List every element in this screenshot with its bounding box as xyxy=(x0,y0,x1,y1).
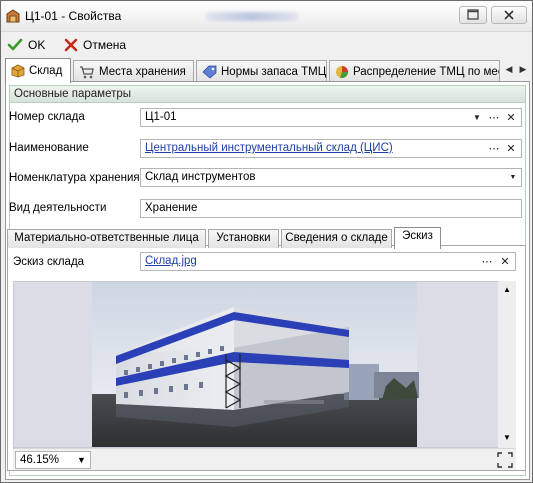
activity-field[interactable]: Хранение xyxy=(140,199,522,218)
fit-to-window-icon[interactable] xyxy=(497,452,513,468)
tab-warehouse-label: Склад xyxy=(29,65,63,77)
ok-button[interactable]: OK xyxy=(7,35,45,54)
nomenclature-select[interactable]: Склад инструментов ▼ xyxy=(140,168,522,187)
tab-sketch[interactable]: Эскиз xyxy=(394,227,441,249)
maximize-button[interactable] xyxy=(459,6,487,24)
dropdown-arrow-icon[interactable]: ▼ xyxy=(507,171,519,185)
tab-distribution-label: Распределение ТМЦ по мест xyxy=(353,65,500,78)
clear-icon[interactable]: ✕ xyxy=(505,111,517,125)
properties-window: Ц1-01 - Свойства OK Отмена Склад Места х… xyxy=(0,0,533,483)
title-bar: Ц1-01 - Свойства xyxy=(1,1,532,32)
clear-icon[interactable]: ✕ xyxy=(505,142,517,156)
box-icon xyxy=(11,64,25,78)
nomenclature-value: Склад инструментов xyxy=(145,171,256,183)
activity-value: Хранение xyxy=(145,202,198,214)
tab-distribution[interactable]: Распределение ТМЦ по мест xyxy=(329,60,500,82)
tabs-scroll-left-icon[interactable]: ◀ xyxy=(504,64,514,74)
activity-label: Вид деятельности xyxy=(9,202,107,214)
cart-icon xyxy=(80,65,94,78)
group-header: Основные параметры xyxy=(10,86,525,103)
tab-warehouse-info[interactable]: Сведения о складе xyxy=(281,229,392,248)
sketch-file-field[interactable]: Склад.jpg ⋯ ✕ xyxy=(140,252,516,271)
tab-storage-places-label: Места хранения xyxy=(99,65,186,78)
tag-icon xyxy=(202,65,217,79)
maximize-icon xyxy=(467,9,479,20)
main-tabs: Склад Места хранения Нормы запаса ТМЦ Ра… xyxy=(5,58,530,83)
sketch-file-link[interactable]: Склад.jpg xyxy=(145,255,197,267)
ellipsis-icon[interactable]: ⋯ xyxy=(481,255,493,269)
tabs-scroll-right-icon[interactable]: ▶ xyxy=(518,64,528,74)
ok-label: OK xyxy=(28,37,46,52)
tab-storage-places[interactable]: Места хранения xyxy=(73,60,194,82)
warehouse-app-icon xyxy=(6,9,20,23)
ellipsis-icon[interactable]: ⋯ xyxy=(488,142,500,156)
cross-icon xyxy=(64,38,78,51)
sub-tabs: Материально-ответственные лица Установки… xyxy=(5,227,530,249)
warehouse-photo xyxy=(14,282,515,447)
cancel-label: Отмена xyxy=(83,37,127,52)
checkmark-icon xyxy=(7,38,23,50)
tab-stock-norms-label: Нормы запаса ТМЦ xyxy=(221,65,327,78)
image-bottom-bar: 46.15% ▼ xyxy=(13,448,516,470)
tab-settings[interactable]: Установки xyxy=(208,229,279,248)
sketch-label: Эскиз склада xyxy=(13,256,85,268)
sketch-image-viewer[interactable] xyxy=(13,281,516,448)
pie-chart-icon xyxy=(336,65,349,78)
close-icon xyxy=(504,10,514,20)
zoom-select[interactable]: 46.15% ▼ xyxy=(15,451,91,469)
window-title: Ц1-01 - Свойства xyxy=(25,9,122,23)
scroll-up-icon[interactable]: ▲ xyxy=(503,285,511,294)
name-field[interactable]: Центральный инструментальный склад (ЦИС)… xyxy=(140,139,522,158)
tab-stock-norms[interactable]: Нормы запаса ТМЦ xyxy=(196,60,327,82)
clear-icon[interactable]: ✕ xyxy=(499,255,511,269)
nomenclature-label: Номенклатура хранения xyxy=(9,172,140,184)
close-window-button[interactable] xyxy=(491,6,527,24)
name-value[interactable]: Центральный инструментальный склад (ЦИС) xyxy=(145,142,393,154)
number-value: Ц1-01 xyxy=(145,111,177,123)
dropdown-arrow-icon[interactable]: ▼ xyxy=(77,453,87,467)
toolbar: OK Отмена xyxy=(1,33,532,56)
name-label: Наименование xyxy=(9,142,89,154)
number-label: Номер склада xyxy=(9,111,85,123)
ellipsis-icon[interactable]: ⋯ xyxy=(488,111,500,125)
blurred-title-text xyxy=(206,12,298,21)
tab-warehouse[interactable]: Склад xyxy=(5,58,71,83)
dropdown-arrow-icon[interactable]: ▼ xyxy=(471,111,483,125)
cancel-button[interactable]: Отмена xyxy=(64,35,126,54)
scroll-down-icon[interactable]: ▼ xyxy=(503,433,511,442)
tab-responsible-persons[interactable]: Материально-ответственные лица xyxy=(7,229,206,248)
zoom-value: 46.15% xyxy=(20,454,60,466)
vertical-scrollbar[interactable]: ▲ ▼ xyxy=(498,281,516,448)
number-field[interactable]: Ц1-01 ▼ ⋯ ✕ xyxy=(140,108,522,127)
